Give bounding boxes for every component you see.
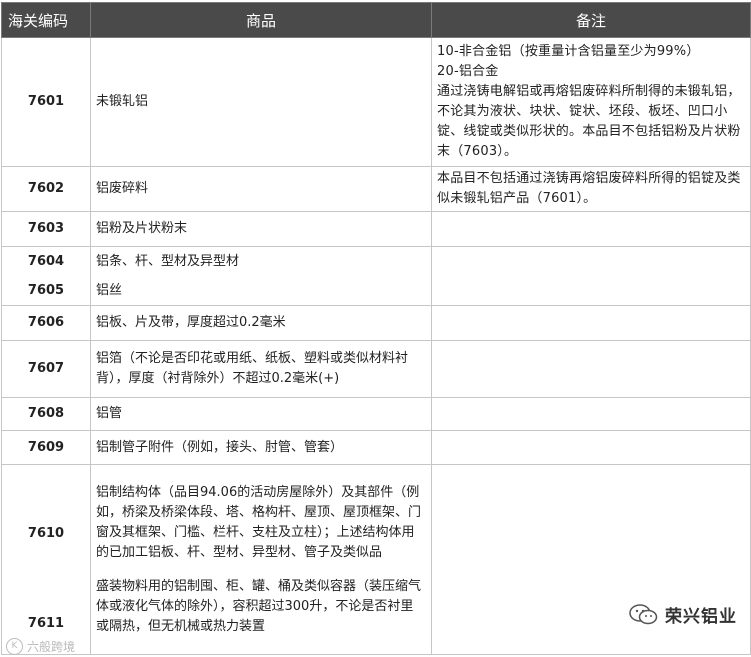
row-code-secondary: 7605 [27, 282, 65, 298]
row-code: 7606 [1, 305, 91, 341]
watermark-brand: 荣兴铝业 [665, 607, 737, 627]
table-row: 7609 铝制管子附件（例如，接头、肘管、管套） [1, 430, 751, 465]
row-note: 本品目不包括通过浇铸再熔铝废碎料所得的铝锭及类似未锻轧铝产品（7601）。 [431, 166, 751, 212]
row-note [431, 340, 751, 398]
row-code-secondary: 7611 [27, 615, 65, 631]
table-row: 7603 铝粉及片状粉末 [1, 211, 751, 247]
row-note: 10-非合金铝（按重量计含铝量至少为99%） 20-铝合金 通过浇铸电解铝或再熔… [431, 37, 751, 167]
row-code: 7602 [1, 166, 91, 212]
row-item: 铝粉及片状粉末 [90, 211, 432, 247]
row-code: 7601 [1, 37, 91, 167]
row-item: 铝制结构体（品目94.06的活动房屋除外）及其部件（例如，桥梁及桥梁体段、塔、格… [90, 464, 432, 655]
header-code: 海关编码 [1, 2, 91, 38]
row-item: 铝制管子附件（例如，接头、肘管、管套） [90, 430, 432, 465]
row-note [431, 211, 751, 247]
row-code: 7609 [1, 430, 91, 465]
row-code: 7603 [1, 211, 91, 247]
circled-k-icon: K [6, 638, 23, 655]
watermark-left: K 六般跨境 [6, 638, 75, 655]
row-item: 未锻轧铝 [90, 37, 432, 167]
note-line: 10-非合金铝（按重量计含铝量至少为99%） [437, 44, 700, 59]
row-note [431, 430, 751, 465]
row-item: 铝板、片及带，厚度超过0.2毫米 [90, 305, 432, 341]
note-line: 通过浇铸电解铝或再熔铝废碎料所制得的未锻轧铝，不论其为液状、块状、锭状、坯段、板… [437, 84, 741, 159]
wechat-icon [629, 603, 658, 624]
table-row: 7604 7605 铝条、杆、型材及异型材 铝丝 [1, 246, 751, 306]
customs-code-table: 海关编码 商品 备注 7601 未锻轧铝 10-非合金铝（按重量计含铝量至少为9… [1, 2, 751, 655]
watermark-right: 荣兴铝业 [625, 600, 741, 629]
table-row: 7602 铝废碎料 本品目不包括通过浇铸再熔铝废碎料所得的铝锭及类似未锻轧铝产品… [1, 166, 751, 212]
header-row: 海关编码 商品 备注 [1, 2, 751, 38]
row-code: 7604 7605 [1, 246, 91, 306]
table-row: 7607 铝箔（不论是否印花或用纸、纸板、塑料或类似材料衬背），厚度（衬背除外）… [1, 340, 751, 398]
row-item-primary: 铝制结构体（品目94.06的活动房屋除外）及其部件（例如，桥梁及桥梁体段、塔、格… [96, 484, 422, 560]
row-item: 铝条、杆、型材及异型材 铝丝 [90, 246, 432, 306]
row-item: 铝废碎料 [90, 166, 432, 212]
row-code-primary: 7610 [27, 525, 65, 541]
note-line: 20-铝合金 [437, 64, 499, 79]
row-code-primary: 7604 [27, 253, 65, 269]
header-note: 备注 [431, 2, 751, 38]
row-code: 7607 [1, 340, 91, 398]
row-note [431, 397, 751, 431]
watermark-left-text: 六般跨境 [27, 640, 76, 654]
table-row: 7601 未锻轧铝 10-非合金铝（按重量计含铝量至少为99%） 20-铝合金 … [1, 37, 751, 167]
row-code: 7610 7611 [1, 464, 91, 655]
row-item: 铝管 [90, 397, 432, 431]
row-item: 铝箔（不论是否印花或用纸、纸板、塑料或类似材料衬背），厚度（衬背除外）不超过0.… [90, 340, 432, 398]
row-item-secondary: 盛装物料用的铝制囤、柜、罐、桶及类似容器（装压缩气体或液化气体的除外），容积超过… [96, 578, 422, 634]
table-row: 7608 铝管 [1, 397, 751, 431]
row-item-secondary: 铝丝 [96, 282, 123, 298]
table-row: 7606 铝板、片及带，厚度超过0.2毫米 [1, 305, 751, 341]
row-note [431, 246, 751, 306]
header-item: 商品 [90, 2, 432, 38]
row-item-primary: 铝条、杆、型材及异型材 [96, 253, 240, 269]
row-code: 7608 [1, 397, 91, 431]
row-note [431, 305, 751, 341]
